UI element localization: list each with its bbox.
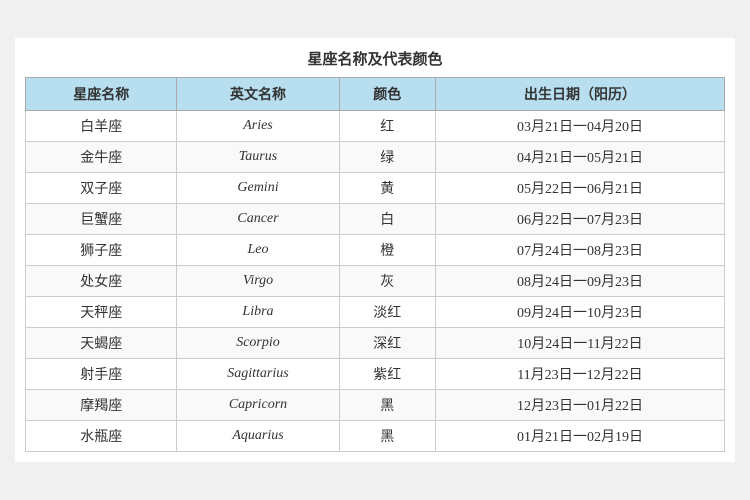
cell-chinese: 白羊座 (26, 111, 177, 142)
cell-english: Libra (177, 297, 339, 328)
cell-dates: 11月23日一12月22日 (435, 359, 724, 390)
cell-english: Leo (177, 235, 339, 266)
table-row: 金牛座Taurus绿04月21日一05月21日 (26, 142, 725, 173)
table-row: 天蝎座Scorpio深红10月24日一11月22日 (26, 328, 725, 359)
cell-color: 黑 (339, 390, 435, 421)
cell-english: Virgo (177, 266, 339, 297)
cell-chinese: 双子座 (26, 173, 177, 204)
cell-chinese: 狮子座 (26, 235, 177, 266)
cell-dates: 04月21日一05月21日 (435, 142, 724, 173)
cell-english: Sagittarius (177, 359, 339, 390)
table-row: 天秤座Libra淡红09月24日一10月23日 (26, 297, 725, 328)
cell-dates: 12月23日一01月22日 (435, 390, 724, 421)
cell-color: 白 (339, 204, 435, 235)
cell-color: 红 (339, 111, 435, 142)
cell-chinese: 射手座 (26, 359, 177, 390)
cell-color: 橙 (339, 235, 435, 266)
table-body: 白羊座Aries红03月21日一04月20日金牛座Taurus绿04月21日一0… (26, 111, 725, 452)
zodiac-table: 星座名称 英文名称 颜色 出生日期（阳历） 白羊座Aries红03月21日一04… (25, 77, 725, 452)
table-row: 摩羯座Capricorn黑12月23日一01月22日 (26, 390, 725, 421)
col-header-english: 英文名称 (177, 78, 339, 111)
cell-dates: 07月24日一08月23日 (435, 235, 724, 266)
cell-dates: 08月24日一09月23日 (435, 266, 724, 297)
table-row: 水瓶座Aquarius黑01月21日一02月19日 (26, 421, 725, 452)
main-container: 星座名称及代表颜色 星座名称 英文名称 颜色 出生日期（阳历） 白羊座Aries… (15, 38, 735, 462)
cell-dates: 10月24日一11月22日 (435, 328, 724, 359)
cell-dates: 09月24日一10月23日 (435, 297, 724, 328)
col-header-dates: 出生日期（阳历） (435, 78, 724, 111)
cell-color: 深红 (339, 328, 435, 359)
table-row: 双子座Gemini黄05月22日一06月21日 (26, 173, 725, 204)
cell-chinese: 天秤座 (26, 297, 177, 328)
cell-dates: 03月21日一04月20日 (435, 111, 724, 142)
cell-color: 灰 (339, 266, 435, 297)
cell-color: 绿 (339, 142, 435, 173)
table-header-row: 星座名称 英文名称 颜色 出生日期（阳历） (26, 78, 725, 111)
cell-english: Capricorn (177, 390, 339, 421)
table-row: 巨蟹座Cancer白06月22日一07月23日 (26, 204, 725, 235)
cell-color: 黑 (339, 421, 435, 452)
table-row: 狮子座Leo橙07月24日一08月23日 (26, 235, 725, 266)
page-title: 星座名称及代表颜色 (25, 48, 725, 69)
cell-english: Taurus (177, 142, 339, 173)
cell-chinese: 摩羯座 (26, 390, 177, 421)
cell-chinese: 巨蟹座 (26, 204, 177, 235)
cell-dates: 01月21日一02月19日 (435, 421, 724, 452)
table-row: 白羊座Aries红03月21日一04月20日 (26, 111, 725, 142)
cell-color: 淡红 (339, 297, 435, 328)
cell-english: Aquarius (177, 421, 339, 452)
cell-dates: 05月22日一06月21日 (435, 173, 724, 204)
cell-chinese: 水瓶座 (26, 421, 177, 452)
cell-color: 黄 (339, 173, 435, 204)
cell-chinese: 天蝎座 (26, 328, 177, 359)
cell-dates: 06月22日一07月23日 (435, 204, 724, 235)
col-header-color: 颜色 (339, 78, 435, 111)
cell-color: 紫红 (339, 359, 435, 390)
cell-english: Cancer (177, 204, 339, 235)
col-header-chinese: 星座名称 (26, 78, 177, 111)
cell-chinese: 金牛座 (26, 142, 177, 173)
table-row: 处女座Virgo灰08月24日一09月23日 (26, 266, 725, 297)
table-row: 射手座Sagittarius紫红11月23日一12月22日 (26, 359, 725, 390)
cell-english: Scorpio (177, 328, 339, 359)
cell-chinese: 处女座 (26, 266, 177, 297)
cell-english: Gemini (177, 173, 339, 204)
cell-english: Aries (177, 111, 339, 142)
